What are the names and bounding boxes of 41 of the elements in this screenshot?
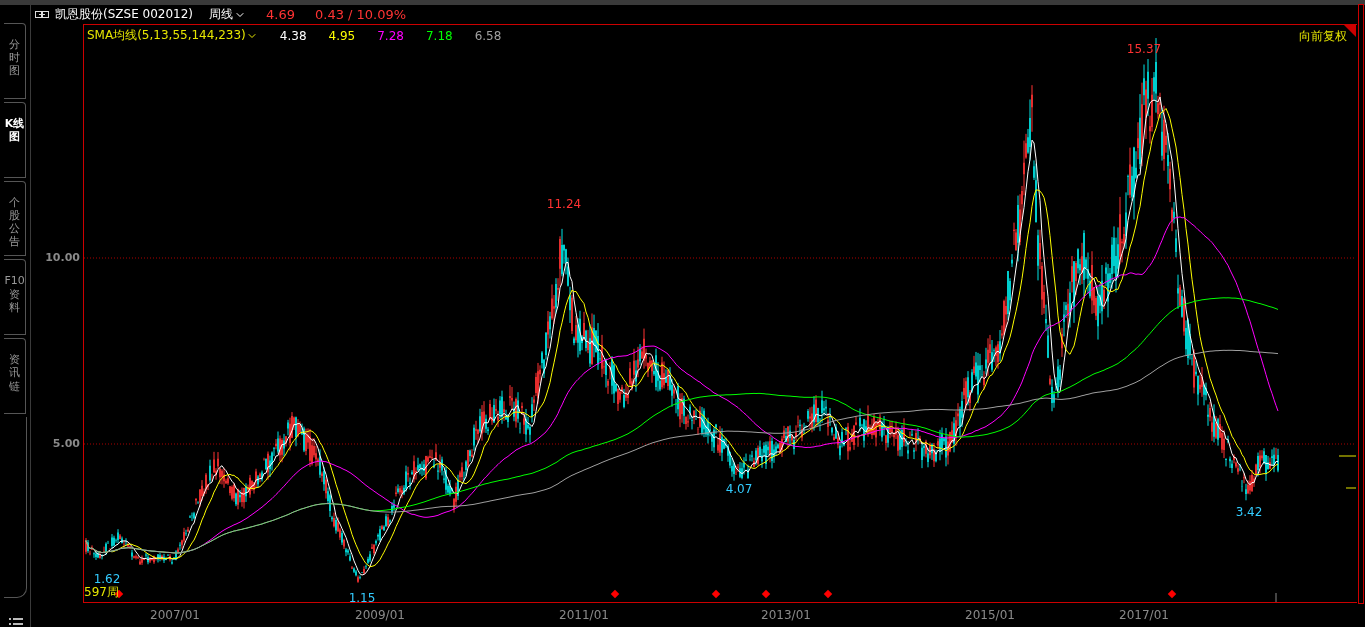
x-axis-label: 2015/01 bbox=[965, 608, 1015, 622]
menu-icon[interactable] bbox=[9, 615, 23, 627]
marker-icon bbox=[711, 589, 721, 599]
ma-value: 7.28 bbox=[377, 28, 404, 43]
x-axis-label: 2011/01 bbox=[559, 608, 609, 622]
price-label: 1.15 bbox=[348, 591, 376, 605]
price-label: 3.42 bbox=[1235, 505, 1263, 519]
period-dropdown[interactable]: 周线 bbox=[209, 6, 247, 23]
y-axis-label: 5.00 bbox=[52, 436, 80, 450]
marker-icon bbox=[761, 589, 771, 599]
price-label: 11.24 bbox=[546, 197, 582, 211]
ma-value: 4.38 bbox=[279, 28, 307, 43]
adjustment-label[interactable]: 向前复权 bbox=[1299, 28, 1347, 45]
sidebar-tab[interactable]: K线图 bbox=[4, 101, 26, 178]
x-axis-label: 2009/01 bbox=[355, 608, 405, 622]
link-icon bbox=[35, 11, 49, 18]
bar-count: 597周 bbox=[84, 584, 119, 601]
price-label: 4.07 bbox=[725, 482, 753, 496]
price-tick bbox=[1345, 487, 1356, 489]
x-axis-label: 2013/01 bbox=[761, 608, 811, 622]
ma-value: 7.18 bbox=[425, 28, 453, 43]
price-value: 4.69 bbox=[266, 7, 295, 22]
ma-value: 6.58 bbox=[474, 28, 502, 43]
sidebar-tab[interactable]: 个股公告 bbox=[4, 180, 26, 257]
price-tick bbox=[1338, 455, 1356, 457]
marker-icon bbox=[610, 589, 620, 599]
x-axis-label: 2017/01 bbox=[1119, 608, 1169, 622]
sidebar-tab[interactable]: 分时图 bbox=[4, 23, 26, 99]
ma-value: 4.95 bbox=[328, 28, 356, 43]
price-label: 15.37 bbox=[1126, 42, 1162, 56]
sidebar-tab[interactable]: F10资料 bbox=[4, 259, 26, 336]
price-label: 1.62 bbox=[93, 572, 121, 586]
marker-icon bbox=[1167, 589, 1177, 599]
sidebar-tab[interactable]: 资讯链 bbox=[4, 338, 26, 414]
y-axis-label: 10.00 bbox=[45, 250, 80, 264]
indicator-dropdown[interactable]: SMA均线(5,13,55,144,233) bbox=[87, 27, 258, 44]
stock-title: 凯恩股份(SZSE 002012) bbox=[55, 6, 194, 23]
marker-icon bbox=[823, 589, 833, 599]
time-tick bbox=[1275, 592, 1277, 602]
x-axis-label: 2007/01 bbox=[150, 608, 200, 622]
price-change: 0.43 / 10.09% bbox=[315, 7, 407, 22]
